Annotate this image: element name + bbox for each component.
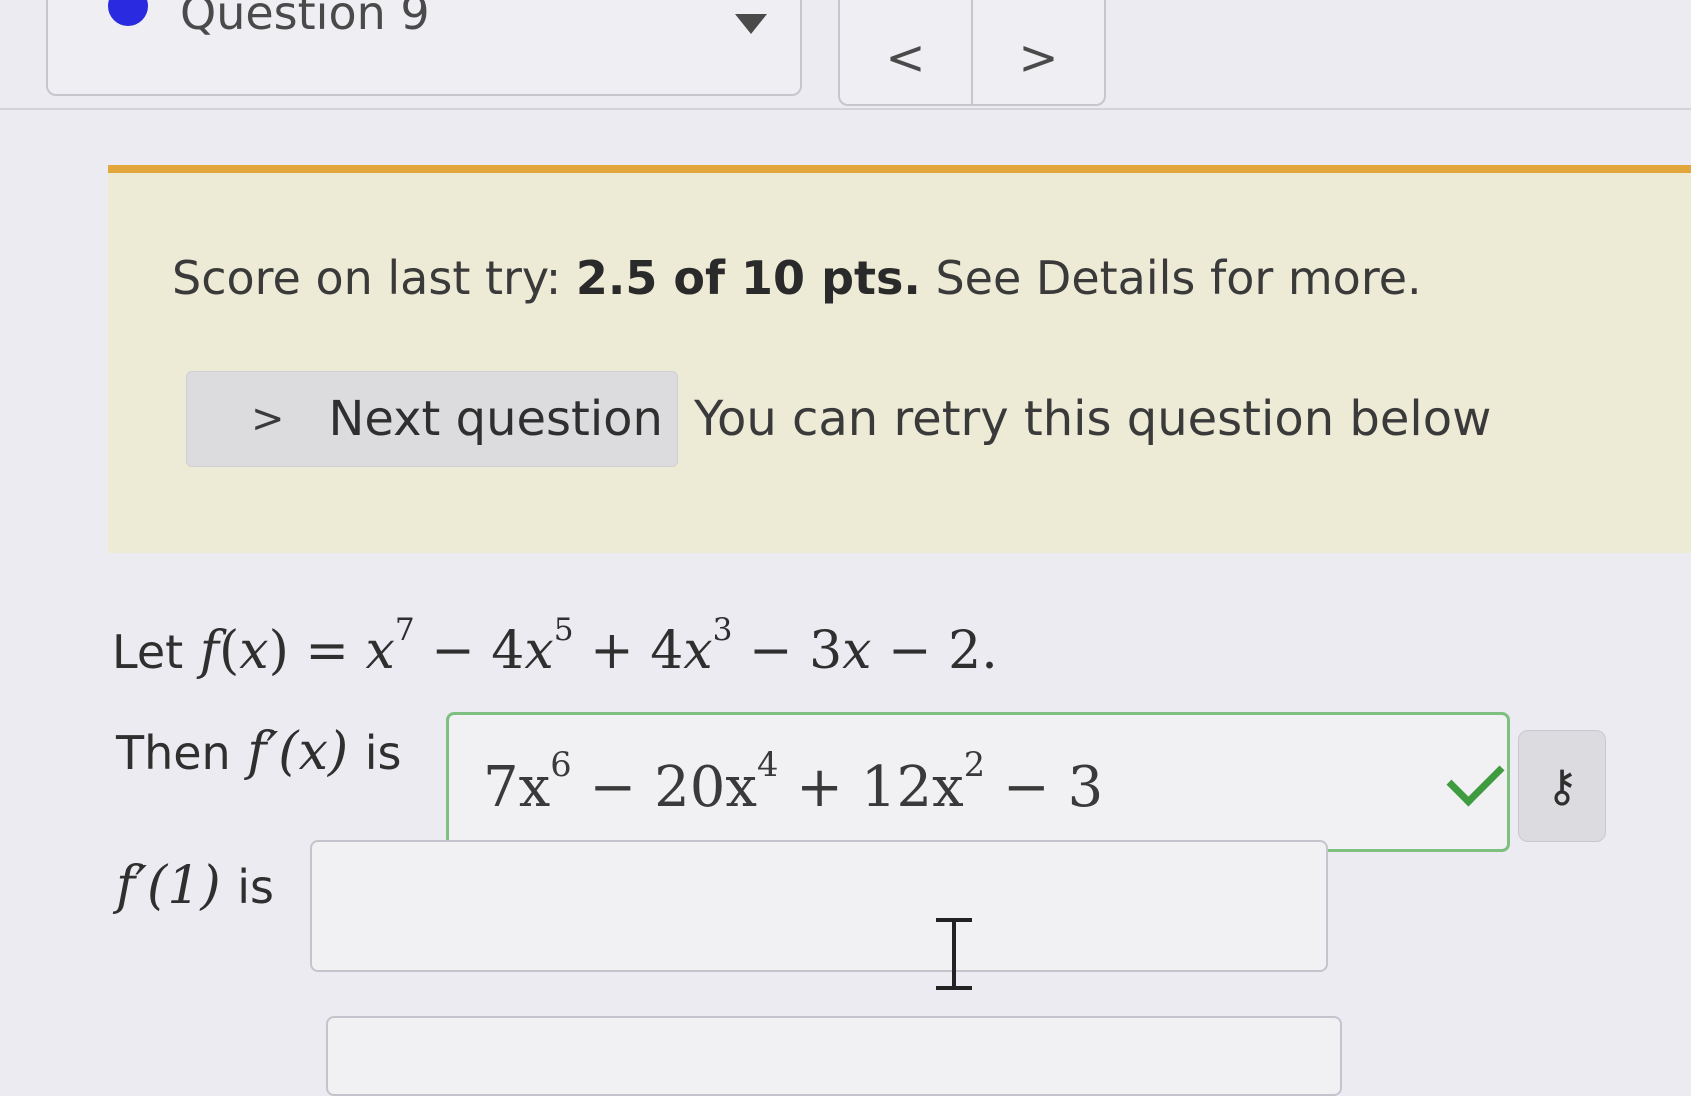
function-definition: f(x) = x7 − 4x5 + 4x3 − 3x − 2. [199,612,998,682]
score-banner: Score on last try: 2.5 of 10 pts. See De… [108,165,1691,553]
f1-label: f′(1) is [116,856,274,916]
next-answer-field[interactable] [326,1016,1342,1096]
retry-message: You can retry this question below [694,391,1492,447]
next-question-button[interactable]: > Next question [186,371,678,467]
derivative-answer-value: 7x6 − 20x4 + 12x2 − 3 [483,745,1104,821]
problem-statement: Let f(x) = x7 − 4x5 + 4x3 − 3x − 2. [112,612,998,681]
header-divider [0,108,1691,110]
next-question-label: Next question [328,391,663,447]
chevron-right-icon: > [251,396,285,442]
previous-question-button[interactable]: < [840,0,971,104]
derivative-symbol: f′(x) [247,722,349,782]
score-text: Score on last try: 2.5 of 10 pts. See De… [172,251,1422,305]
score-suffix: See Details for more. [920,251,1422,305]
then-text: Then [116,726,231,780]
f1-symbol: f′(1) [116,856,221,916]
f1-answer-field[interactable] [310,840,1328,972]
text-cursor-icon [936,918,972,990]
score-value: 2.5 of 10 pts. [575,251,921,305]
question-label: Question 9 [180,0,430,40]
derivative-label: Then f′(x) is [116,722,401,782]
question-pager: < > [838,0,1106,106]
chevron-right-icon: > [1018,30,1059,86]
score-prefix: Score on last try: [172,251,576,305]
next-question-nav-button[interactable]: > [971,0,1104,104]
derivative-answer-field[interactable]: 7x6 − 20x4 + 12x2 − 3 [446,712,1510,852]
let-text: Let [112,625,184,680]
chevron-left-icon: < [885,30,926,86]
is-text: is [364,726,402,780]
key-icon[interactable]: ⚷ [1518,730,1606,842]
caret-down-icon[interactable] [735,14,767,34]
f1-is-text: is [237,860,274,914]
